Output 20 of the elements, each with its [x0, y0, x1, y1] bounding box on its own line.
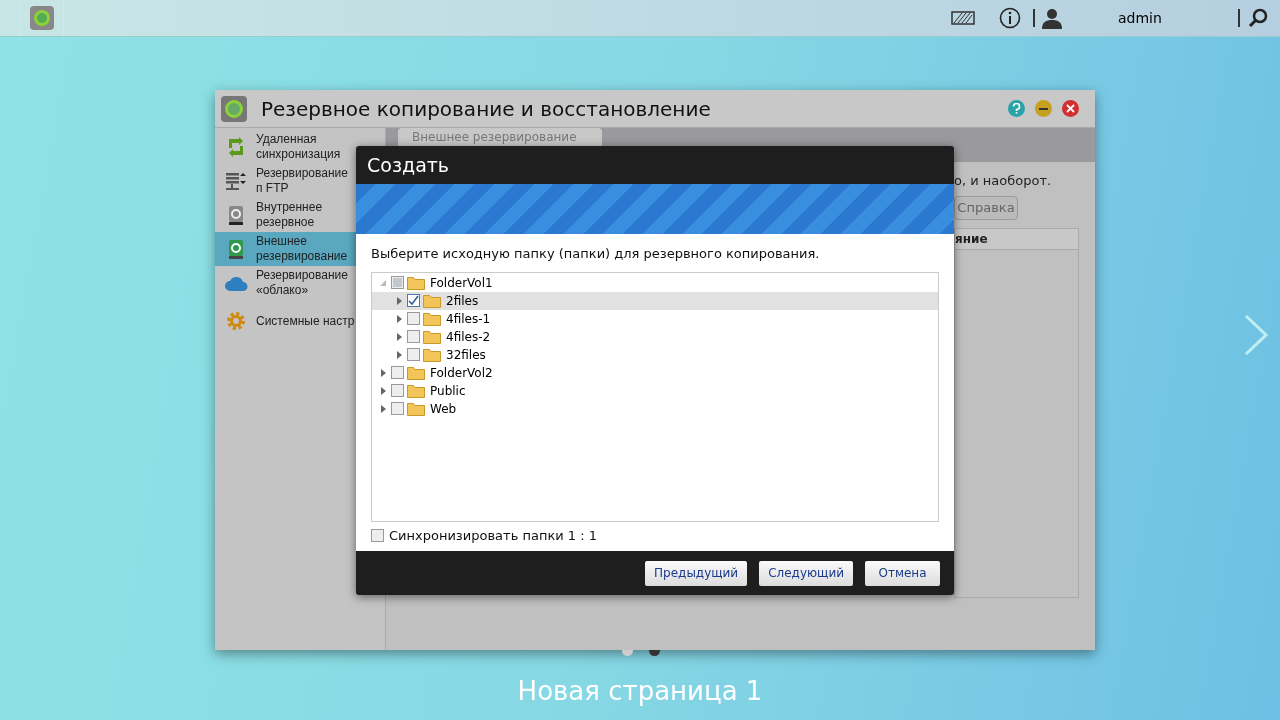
- folder-label: 4files-1: [446, 310, 491, 328]
- folder-label: 4files-2: [446, 328, 491, 346]
- folder-label: Web: [430, 400, 457, 418]
- checkbox-label: Синхронизировать папки 1 : 1: [389, 526, 598, 545]
- dialog-title: Создать: [367, 152, 450, 178]
- sidebar-label: Резервирование «облако»: [256, 268, 349, 298]
- folder-label: 2files: [446, 292, 479, 310]
- sidebar-label: Удаленная синхронизация: [256, 132, 342, 162]
- sidebar-label: Внутреннее резервное: [256, 200, 324, 230]
- folder-label: Public: [430, 382, 466, 400]
- column-header: яние: [955, 231, 988, 248]
- folder-label: FolderVol1: [430, 274, 493, 292]
- folder-label: FolderVol2: [430, 364, 493, 382]
- folder-label: 32files: [446, 346, 486, 364]
- page-label: Новая страница 1: [516, 675, 764, 708]
- sidebar-label: Системные настр: [256, 313, 356, 329]
- window-title: Резервное копирование и восстановление: [261, 95, 711, 123]
- description-text: о, и наоборот.: [954, 172, 1053, 190]
- sidebar-label: Резервирование п FTP: [256, 166, 349, 196]
- sidebar-label: Внешнее резервирование: [256, 234, 349, 264]
